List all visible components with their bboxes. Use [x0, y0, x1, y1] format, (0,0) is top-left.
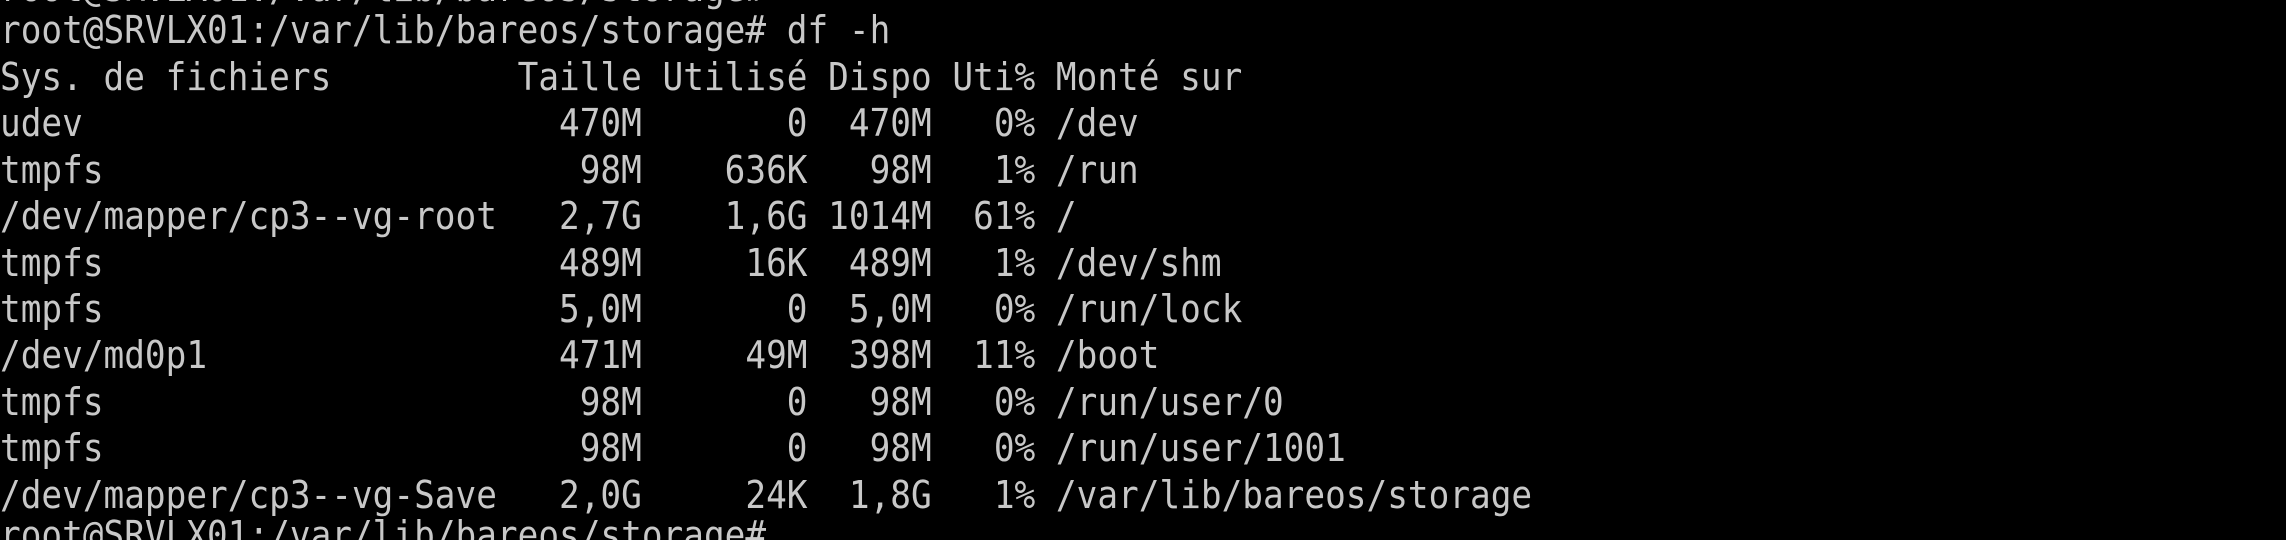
df-row-tmpfs-user1001: tmpfs 98M 0 98M 0% /run/user/1001 — [0, 426, 1346, 470]
df-row-vg-root: /dev/mapper/cp3--vg-root 2,7G 1,6G 1014M… — [0, 194, 1077, 238]
df-row-tmpfs-shm: tmpfs 489M 16K 489M 1% /dev/shm — [0, 241, 1222, 285]
df-row-udev: udev 470M 0 470M 0% /dev — [0, 101, 1139, 145]
current-prompt-line: root@SRVLX01:/var/lib/bareos/storage# — [0, 513, 767, 540]
df-header: Sys. de fichiers Taille Utilisé Dispo Ut… — [0, 55, 1243, 99]
df-row-tmpfs-run: tmpfs 98M 636K 98M 1% /run — [0, 148, 1139, 192]
df-row-tmpfs-lock: tmpfs 5,0M 0 5,0M 0% /run/lock — [0, 287, 1243, 331]
df-row-md0p1: /dev/md0p1 471M 49M 398M 11% /boot — [0, 333, 1160, 377]
df-row-tmpfs-user0: tmpfs 98M 0 98M 0% /run/user/0 — [0, 380, 1284, 424]
terminal-window[interactable]: root@SRVLX01:/var/lib/bareos/storage# ro… — [0, 0, 2286, 540]
command-line: root@SRVLX01:/var/lib/bareos/storage# df… — [0, 8, 891, 52]
